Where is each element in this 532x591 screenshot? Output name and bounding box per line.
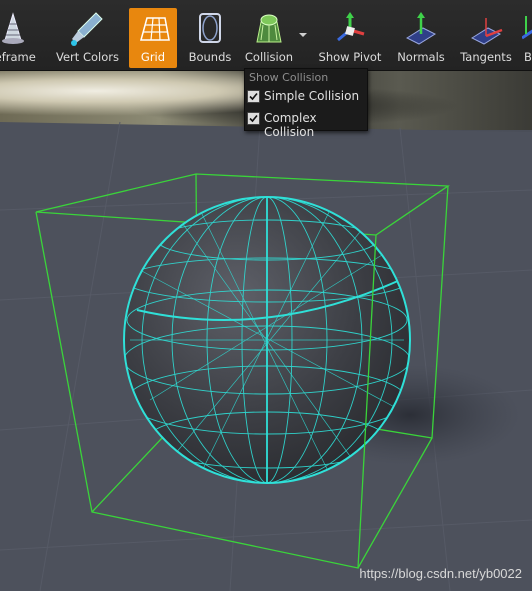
complex-collision-label: Complex Collision bbox=[264, 111, 317, 139]
collision-label: Collision bbox=[244, 50, 294, 64]
normals-label: Normals bbox=[397, 50, 445, 64]
bounds-button[interactable]: Bounds bbox=[183, 8, 237, 68]
vert-colors-button[interactable]: Vert Colors bbox=[56, 8, 119, 68]
wireframe-button[interactable]: reframe bbox=[0, 8, 42, 68]
show-pivot-label: Show Pivot bbox=[318, 50, 382, 64]
scene-canvas bbox=[0, 121, 532, 591]
grid-icon bbox=[140, 17, 170, 41]
collision-button[interactable]: Collision bbox=[242, 8, 307, 68]
menu-header: Show Collision bbox=[249, 71, 329, 84]
vert-colors-icon bbox=[71, 12, 103, 46]
chevron-down-icon[interactable] bbox=[298, 30, 308, 40]
binormals-button[interactable]: B bbox=[522, 8, 532, 68]
vert-colors-label: Vert Colors bbox=[56, 50, 119, 64]
normals-button[interactable]: Normals bbox=[392, 8, 450, 68]
tangents-icon bbox=[470, 18, 503, 45]
3d-viewport[interactable] bbox=[0, 70, 532, 591]
watermark-text: https://blog.csdn.net/yb0022 bbox=[359, 566, 522, 581]
checkmark-icon bbox=[249, 92, 258, 101]
grid-button[interactable]: Grid bbox=[129, 8, 177, 68]
viewport-toolbar: reframe Vert Colors Grid Bounds Collisio… bbox=[0, 0, 532, 71]
complex-collision-item[interactable]: Complex Collision bbox=[245, 108, 367, 139]
show-pivot-icon bbox=[337, 12, 365, 42]
bounds-icon bbox=[199, 13, 221, 43]
tangents-button[interactable]: Tangents bbox=[456, 8, 516, 68]
show-pivot-button[interactable]: Show Pivot bbox=[316, 8, 384, 68]
tangents-label: Tangents bbox=[460, 50, 512, 64]
collision-icon bbox=[256, 14, 282, 43]
bounds-label: Bounds bbox=[188, 50, 232, 64]
wireframe-icon bbox=[2, 12, 24, 44]
complex-collision-checkbox[interactable] bbox=[247, 112, 260, 125]
collision-dropdown-menu: Show Collision Simple Collision Complex … bbox=[244, 68, 368, 139]
normals-icon bbox=[405, 12, 437, 45]
simple-collision-checkbox[interactable] bbox=[247, 90, 260, 103]
binormals-icon bbox=[522, 16, 532, 40]
grid-label: Grid bbox=[140, 50, 166, 64]
binormals-label: B bbox=[524, 50, 532, 64]
wireframe-label: reframe bbox=[0, 50, 36, 64]
checkmark-icon bbox=[249, 114, 258, 123]
simple-collision-label: Simple Collision bbox=[264, 89, 360, 103]
simple-collision-item[interactable]: Simple Collision bbox=[245, 86, 367, 108]
